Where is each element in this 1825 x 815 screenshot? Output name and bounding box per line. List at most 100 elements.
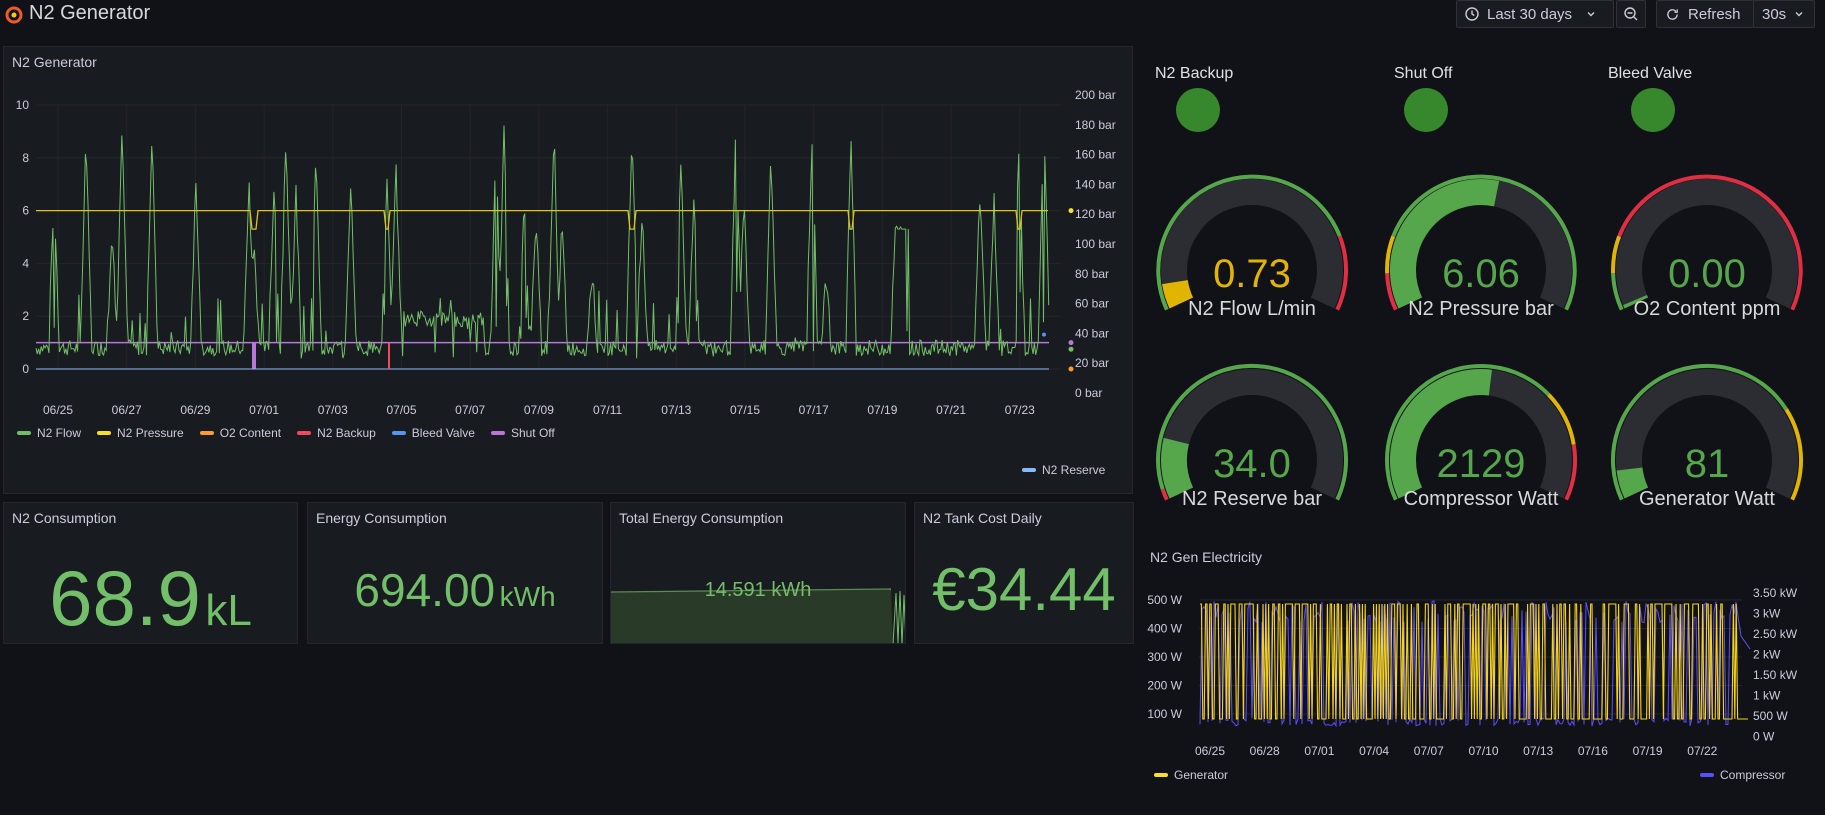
x-tick-label: 06/25 [43, 403, 73, 417]
x-tick-label: 07/23 [1005, 403, 1035, 417]
total-energy-panel: Total Energy Consumption 14.591 kWh [610, 502, 906, 644]
y-tick-label: 300 W [1147, 650, 1182, 664]
marker-bleed-valve [1042, 332, 1046, 337]
time-range-picker[interactable]: Last 30 days [1456, 0, 1614, 28]
y-tick-label: 10 [16, 98, 30, 112]
y-tick-label: 100 W [1147, 707, 1182, 721]
marker-n2-flow [1068, 346, 1074, 352]
y2-tick-label: 500 W [1753, 709, 1788, 723]
y2-tick-label: 3 kW [1753, 607, 1781, 621]
legend-label: N2 Flow [37, 426, 82, 440]
y2-tick-label: 3.50 kW [1753, 586, 1798, 600]
legend-item[interactable]: Bleed Valve [391, 426, 475, 440]
series-generator [1200, 603, 1748, 720]
series-n2-flow [35, 125, 1050, 359]
x-tick-label: 07/19 [867, 403, 897, 417]
x-tick-label: 06/28 [1250, 744, 1280, 758]
refresh-button[interactable]: Refresh [1656, 0, 1754, 28]
y2-tick-label: 0 bar [1075, 386, 1102, 400]
x-tick-label: 07/01 [249, 403, 279, 417]
marker-o2-content [1068, 366, 1074, 372]
x-tick-label: 07/09 [524, 403, 554, 417]
panel-title[interactable]: Energy Consumption [316, 510, 447, 526]
y2-tick-label: 40 bar [1075, 326, 1109, 340]
legend-item[interactable]: N2 Flow [17, 426, 81, 440]
grafana-logo-icon[interactable] [4, 5, 24, 25]
x-tick-label: 06/27 [112, 403, 142, 417]
legend-item[interactable]: O2 Content [199, 426, 282, 440]
y2-tick-label: 100 bar [1075, 237, 1116, 251]
zoom-out-button[interactable] [1616, 0, 1646, 28]
y2-tick-label: 60 bar [1075, 297, 1109, 311]
stat-value: 694.00 kWh [308, 563, 602, 617]
gauge-label: O2 Content ppm [1633, 298, 1781, 320]
y2-tick-label: 1 kW [1753, 689, 1781, 703]
y-tick-label: 200 W [1147, 679, 1182, 693]
chevron-down-icon [1795, 12, 1803, 17]
y-tick-label: 6 [22, 204, 29, 218]
y2-tick-label: 180 bar [1075, 118, 1116, 132]
x-tick-label: 07/13 [1523, 744, 1553, 758]
gauge-n2-reserve-bar[interactable]: 34.0 N2 Reserve bar [1152, 360, 1352, 530]
gauge-compressor-watt[interactable]: 2129 Compressor Watt [1381, 360, 1581, 530]
legend-generator[interactable]: Generator [1154, 768, 1228, 782]
gauge-value: 0.73 [1213, 252, 1291, 296]
legend-item[interactable]: Shut Off [490, 426, 555, 440]
x-tick-label: 07/19 [1633, 744, 1663, 758]
legend-swatch [97, 431, 112, 435]
x-tick-label: 07/05 [386, 403, 416, 417]
legend-swatch [199, 431, 214, 435]
gauge-label: N2 Flow L/min [1188, 298, 1316, 320]
chart-legend: N2 Flow N2 Pressure O2 Content N2 Backup Ble… [17, 426, 571, 440]
legend-item[interactable]: N2 Pressure [97, 426, 184, 440]
legend-swatch [1022, 468, 1036, 472]
x-tick-label: 07/11 [593, 403, 622, 417]
y-tick-label: 2 [22, 309, 29, 323]
panel-title[interactable]: N2 Tank Cost Daily [923, 510, 1042, 526]
y-tick-label: 400 W [1147, 622, 1182, 636]
stat-value: 14.591 kWh [704, 579, 812, 601]
gauge-label: N2 Reserve bar [1181, 488, 1323, 510]
y2-tick-label: 120 bar [1075, 207, 1116, 221]
zoom-out-icon [1624, 7, 1638, 21]
legend-item[interactable]: N2 Backup [297, 426, 376, 440]
refresh-interval-picker[interactable]: 30s [1753, 0, 1815, 28]
legend-label: O2 Content [219, 426, 282, 440]
time-range-label: Last 30 days [1487, 5, 1573, 23]
legend-label: Bleed Valve [411, 426, 475, 440]
gauge-generator-watt[interactable]: 81 Generator Watt [1607, 360, 1807, 530]
y2-tick-label: 2 kW [1753, 648, 1781, 662]
x-tick-label: 07/04 [1359, 744, 1389, 758]
legend-swatch [1154, 773, 1168, 777]
legend-swatch [391, 431, 406, 435]
legend-label: Compressor [1720, 768, 1786, 782]
status-indicator-n2-backup [1176, 88, 1220, 132]
top-bar: N2 Generator Last 30 days Refresh 30s [0, 0, 1825, 36]
gauge-o2-content-ppm[interactable]: 0.00 O2 Content ppm [1607, 170, 1807, 340]
panel-title[interactable]: N2 Consumption [12, 510, 116, 526]
gauge-n2-flow-l-min[interactable]: 0.73 N2 Flow L/min [1152, 170, 1352, 340]
legend-compressor[interactable]: Compressor [1700, 768, 1785, 782]
x-tick-label: 07/21 [936, 403, 966, 417]
x-tick-label: 07/07 [455, 403, 485, 417]
x-tick-label: 07/16 [1578, 744, 1608, 758]
gauge-n2-pressure-bar[interactable]: 6.06 N2 Pressure bar [1381, 170, 1581, 340]
dashboard-title[interactable]: N2 Generator [29, 2, 150, 25]
gauge-label: Compressor Watt [1403, 488, 1559, 510]
gauge-value: 81 [1684, 442, 1730, 486]
legend-label: N2 Pressure [117, 426, 184, 440]
x-tick-label: 07/17 [799, 403, 829, 417]
gauge-value: 6.06 [1442, 252, 1520, 296]
tank-cost-panel: N2 Tank Cost Daily €34.44 [914, 502, 1134, 644]
legend-swatch [1700, 773, 1714, 777]
status-indicator-bleed-valve [1631, 88, 1675, 132]
n2-generator-panel: N2 Generator 10 8 6 4 2 0 200 bar 180 bar 160 ba… [3, 46, 1133, 494]
y2-tick-label: 20 bar [1075, 356, 1109, 370]
legend-label: N2 Reserve [1042, 463, 1106, 477]
gauge-label: Generator Watt [1639, 488, 1775, 510]
n2-gen-electricity-panel: N2 Gen Electricity 500 W 400 W 300 W 200 W1… [1144, 541, 1825, 815]
legend-swatch [490, 431, 505, 435]
legend-n2-reserve[interactable]: N2 Reserve [1022, 463, 1105, 477]
refresh-interval-label: 30s [1762, 5, 1787, 23]
legend-swatch [297, 431, 312, 435]
